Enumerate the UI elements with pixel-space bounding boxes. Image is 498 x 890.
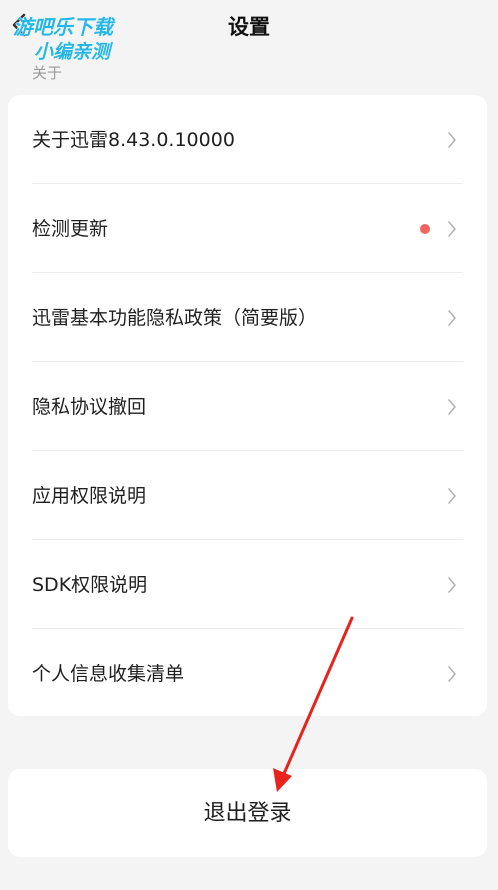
chevron-right-icon [448, 399, 456, 415]
menu-item-label: 应用权限说明 [32, 485, 147, 507]
menu-item-label: 检测更新 [32, 218, 109, 240]
chevron-right-icon [448, 132, 456, 148]
svg-text:小编亲测: 小编亲测 [34, 41, 114, 63]
menu-item-label: 个人信息收集清单 [32, 663, 185, 685]
logout-label: 退出登录 [203, 801, 292, 826]
menu-item-label: 关于迅雷8.43.0.10000 [32, 129, 235, 151]
menu-item-privacy-policy-summary[interactable]: 迅雷基本功能隐私政策（简要版） [8, 273, 487, 362]
menu-item-label: 隐私协议撤回 [32, 396, 147, 418]
chevron-right-icon [448, 577, 456, 593]
menu-item-label: SDK权限说明 [32, 574, 148, 596]
logout-button[interactable]: 退出登录 [8, 769, 487, 857]
menu-item-revoke-privacy-agreement[interactable]: 隐私协议撤回 [8, 362, 487, 451]
update-badge-dot [420, 224, 430, 234]
chevron-right-icon [448, 666, 456, 682]
menu-item-label: 迅雷基本功能隐私政策（简要版） [32, 307, 318, 329]
section-label-about: 关于 [32, 64, 63, 82]
menu-item-check-update[interactable]: 检测更新 [8, 184, 487, 273]
menu-item-personal-info-list[interactable]: 个人信息收集清单 [8, 629, 487, 718]
settings-menu-card: 关于迅雷8.43.0.10000 检测更新 迅雷基本功能隐私政策（简要版） 隐私… [8, 95, 487, 716]
chevron-right-icon [448, 221, 456, 237]
menu-item-about-xunlei[interactable]: 关于迅雷8.43.0.10000 [8, 95, 487, 184]
page-title: 设置 [228, 15, 270, 39]
menu-item-sdk-permissions[interactable]: SDK权限说明 [8, 540, 487, 629]
chevron-right-icon [448, 488, 456, 504]
header-bar: 游吧乐下载 小编亲测 设置 [0, 0, 498, 63]
menu-item-app-permissions[interactable]: 应用权限说明 [8, 451, 487, 540]
chevron-right-icon [448, 310, 456, 326]
